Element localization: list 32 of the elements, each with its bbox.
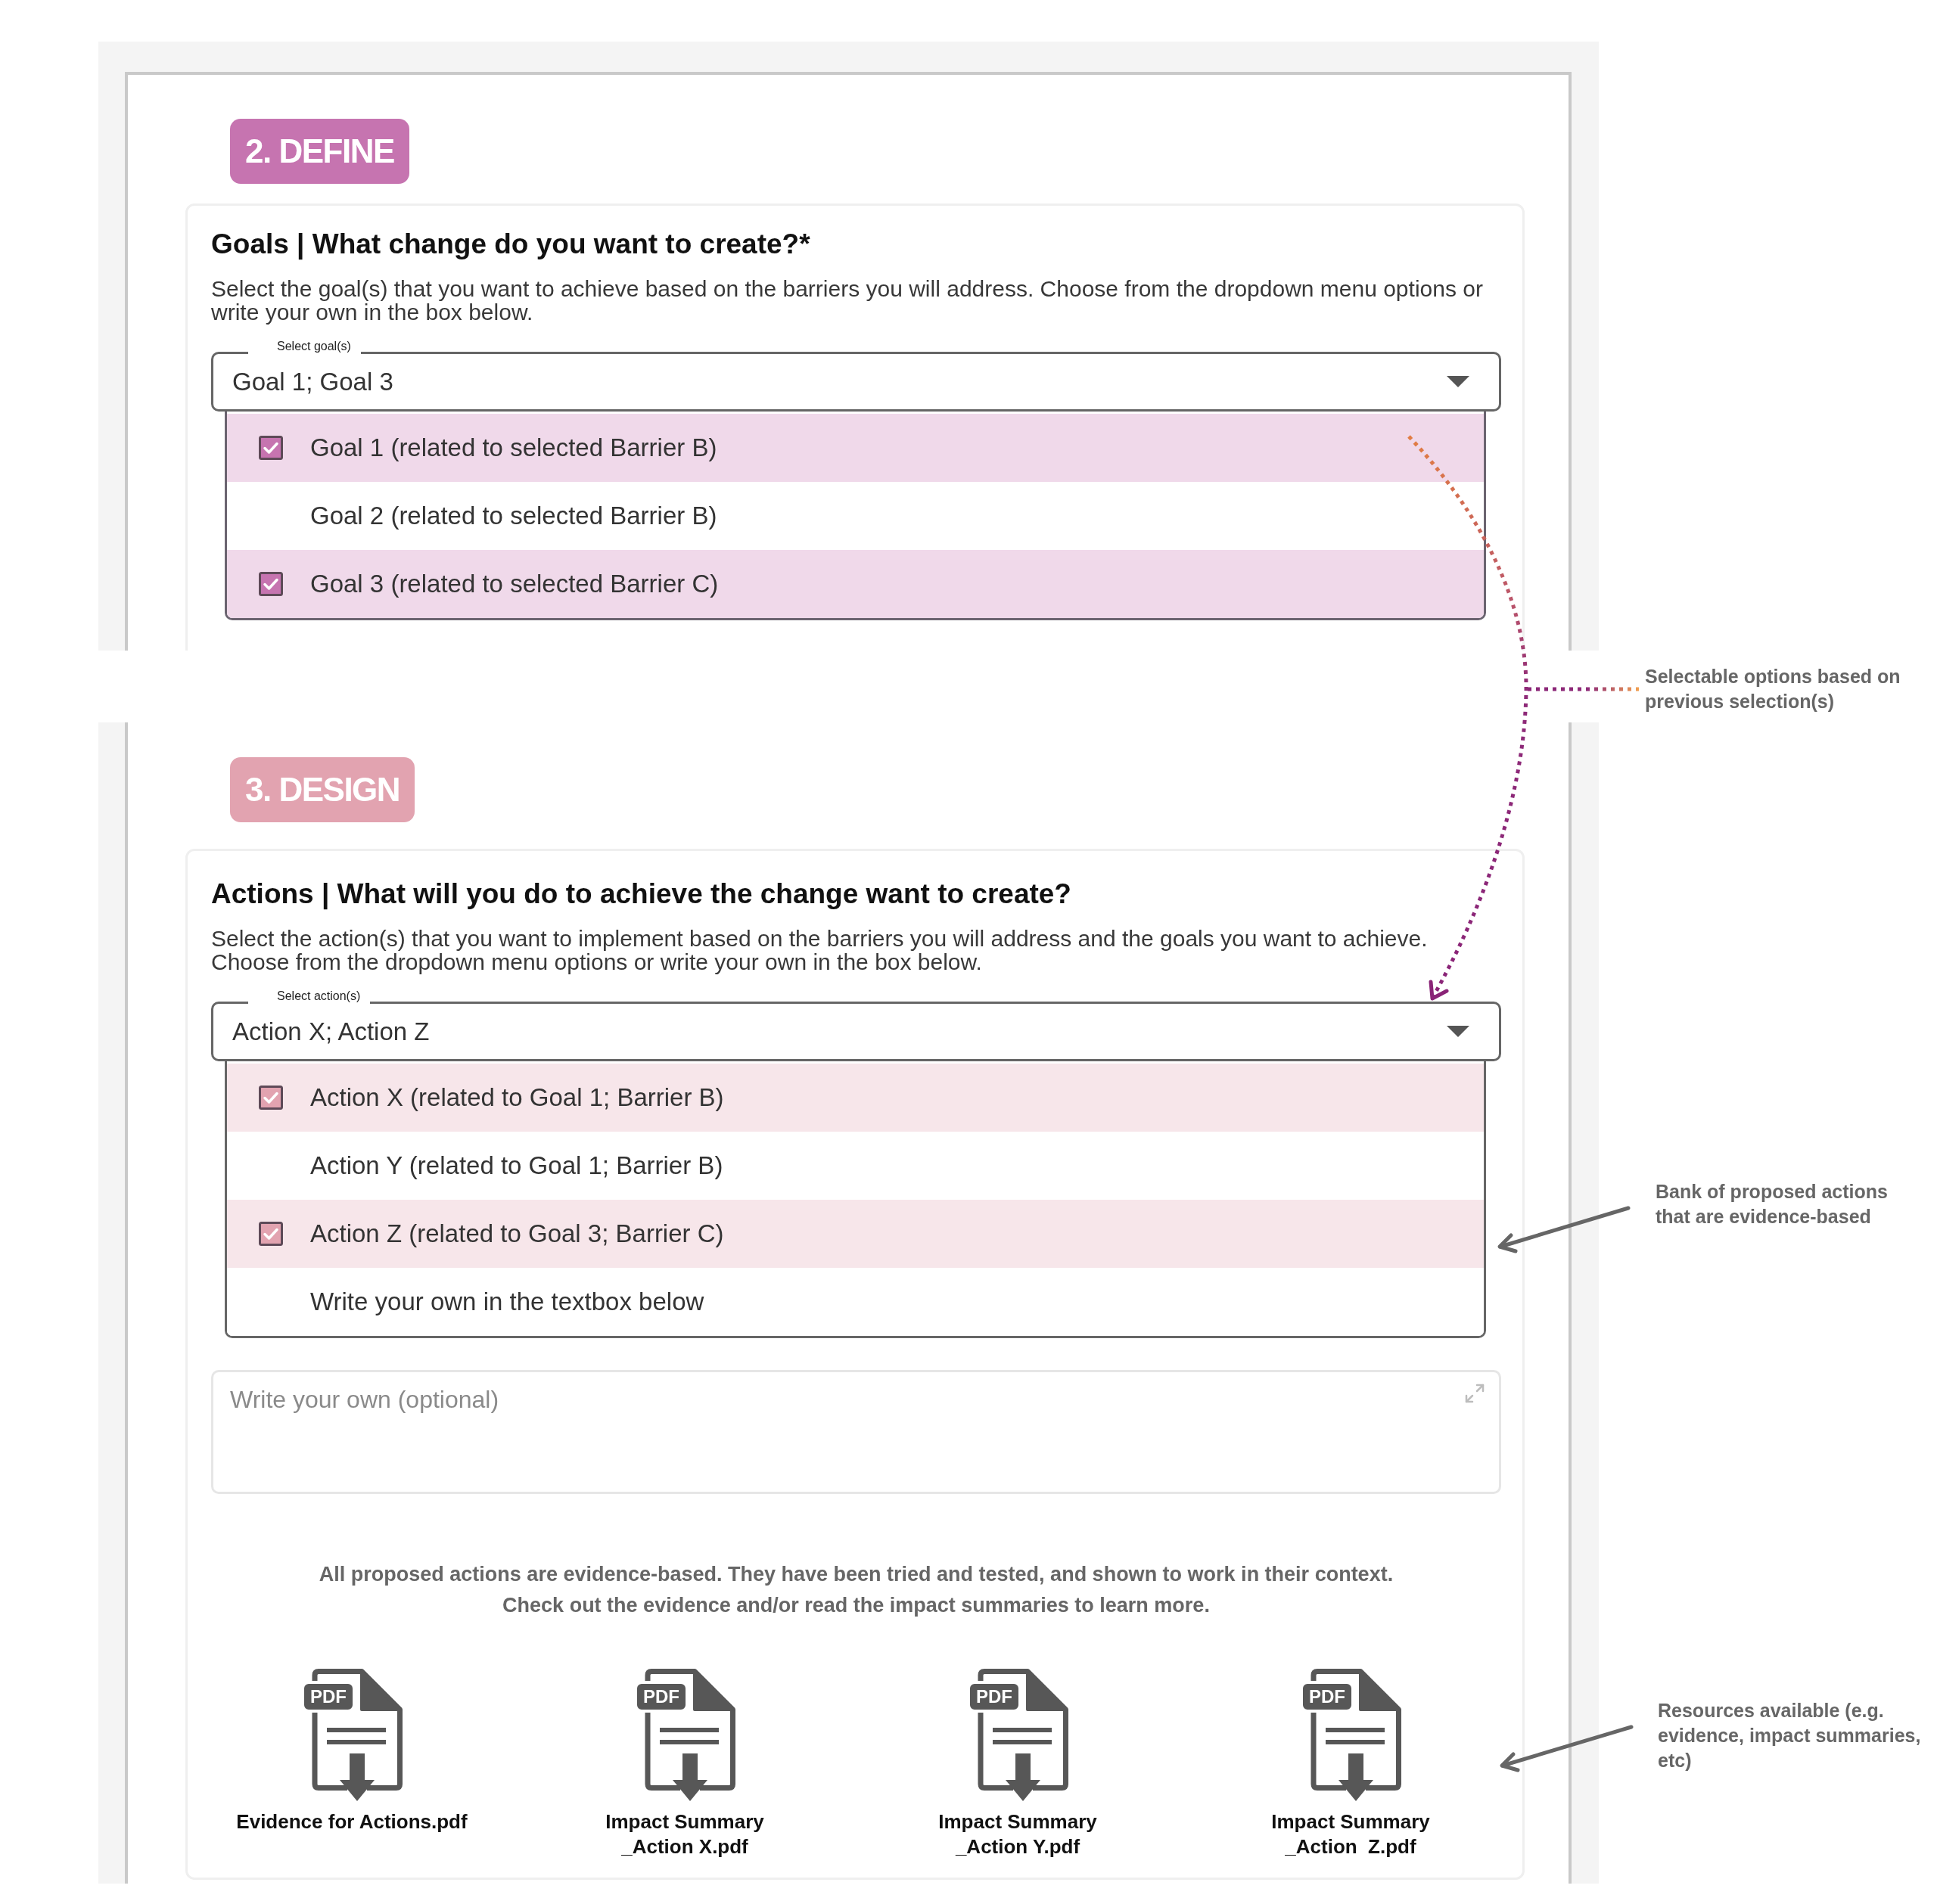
checkbox-icon	[259, 1086, 283, 1110]
caret-icon	[1447, 376, 1469, 387]
dropdown-select[interactable]: Action X; Action Z	[211, 1002, 1501, 1061]
expand-icon[interactable]	[1463, 1382, 1486, 1405]
checkbox-icon	[259, 572, 283, 596]
file-link[interactable]: PDF Impact Summary _Action Z.pdf	[1271, 1669, 1430, 1859]
section-title: Actions | What will you do to achieve the change want to create?	[211, 877, 1072, 911]
checkbox-icon	[259, 1222, 283, 1246]
checkbox-icon	[259, 436, 283, 460]
annotation-text: Resources available (e.g. evidence, impact summaries, etc)	[1658, 1699, 1922, 1772]
section-badge: 3. DESIGN	[230, 757, 415, 822]
document-download-icon	[312, 1669, 403, 1801]
section-description: Select the action(s) that you want to implement based on the barriers you will address and the goals you want to achieve. Choose from the dropdown menu options or write your own in the box below.	[211, 927, 1429, 974]
section-description: Select the goal(s) that you want to achieve based on the barriers you will address. Choose from the dropdown menu options or write your own in the box below.	[211, 277, 1484, 324]
dropdown-option[interactable]: Action X (related to Goal 1; Barrier B)	[227, 1064, 1484, 1132]
info-text: All proposed actions are evidence-based. They have been tried and tested, and shown to work in their context. Check out the evidence and/or read the impact summaries to learn more.	[318, 1562, 1394, 1618]
section-badge: 2. DEFINE	[230, 119, 409, 184]
annotation-text: Bank of proposed actions that are evidence-based	[1656, 1180, 1889, 1228]
dropdown-option[interactable]: Action Z (related to Goal 3; Barrier C)	[227, 1200, 1484, 1268]
text-field[interactable]: Write your own (optional)	[211, 1370, 1501, 1494]
document-download-icon	[645, 1669, 735, 1801]
caret-icon	[1447, 1026, 1469, 1037]
dropdown-option[interactable]: Goal 3 (related to selected Barrier C)	[227, 550, 1484, 618]
annotation-text: Selectable options based on previous selection(s)	[1645, 665, 1901, 713]
dropdown-select[interactable]: Goal 1; Goal 3	[211, 352, 1501, 412]
file-link[interactable]: PDF Impact Summary _Action X.pdf	[605, 1669, 764, 1859]
dropdown-option[interactable]: Goal 1 (related to selected Barrier B)	[227, 414, 1484, 482]
file-link[interactable]: PDF Impact Summary _Action Y.pdf	[938, 1669, 1097, 1859]
file-link[interactable]: PDF Evidence for Actions.pdf	[236, 1669, 468, 1834]
section-title: Goals | What change do you want to create?*	[211, 228, 811, 261]
document-download-icon	[1311, 1669, 1401, 1801]
document-download-icon	[978, 1669, 1068, 1801]
